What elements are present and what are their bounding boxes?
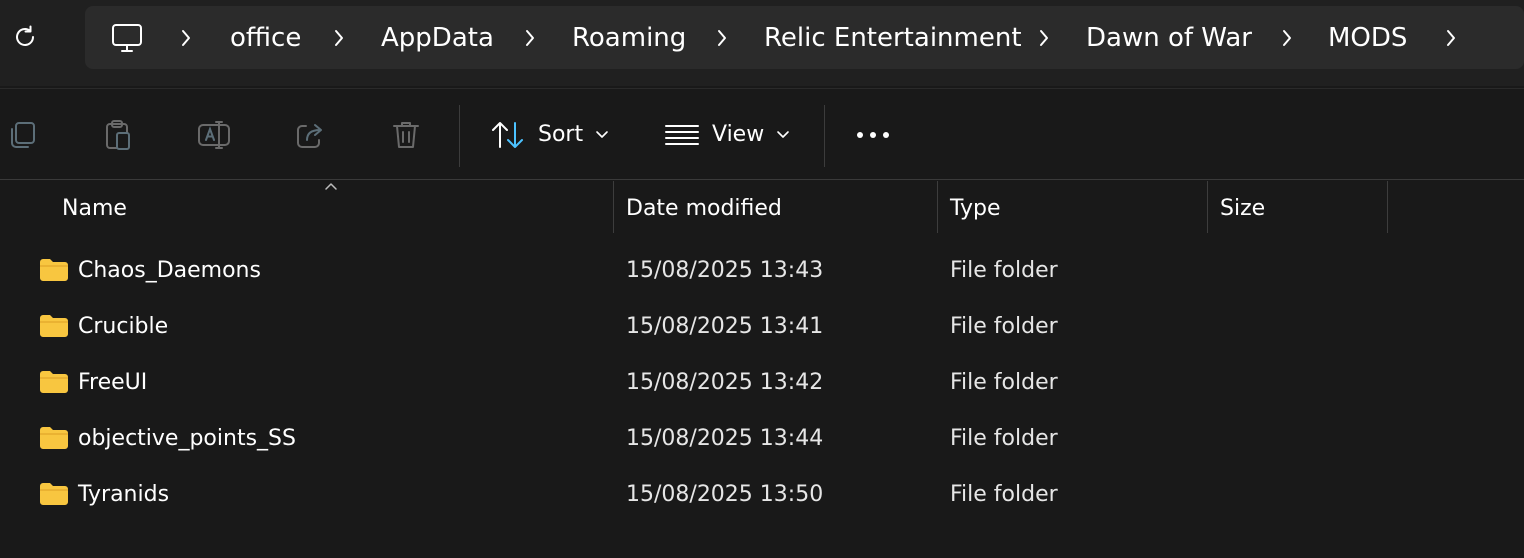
file-row[interactable]: FreeUI 15/08/2025 13:42 File folder	[0, 355, 1524, 411]
breadcrumb-item-office[interactable]: office	[230, 20, 301, 56]
share-icon	[297, 124, 322, 148]
column-resize-handle[interactable]	[1387, 181, 1388, 233]
monitor-icon	[112, 24, 142, 52]
column-resize-handle[interactable]	[1207, 181, 1208, 233]
file-type: File folder	[950, 426, 1058, 451]
paste-icon	[106, 120, 130, 150]
address-bar: office AppData Roaming Relic Entertainme…	[0, 0, 1524, 86]
sort-button[interactable]: Sort	[490, 115, 609, 155]
file-date-modified: 15/08/2025 13:41	[626, 314, 824, 339]
file-name: Crucible	[78, 314, 169, 339]
sort-arrows-icon	[492, 122, 523, 148]
sort-ascending-indicator-icon	[325, 183, 337, 190]
file-row[interactable]: Crucible 15/08/2025 13:41 File folder	[0, 299, 1524, 355]
this-pc-crumb[interactable]	[109, 20, 145, 56]
toolbar-separator	[459, 105, 460, 167]
paste-button[interactable]	[100, 117, 136, 153]
breadcrumb[interactable]: office AppData Roaming Relic Entertainme…	[85, 6, 1524, 69]
folder-icon	[40, 483, 68, 505]
file-list: Chaos_Daemons 15/08/2025 13:43 File fold…	[0, 243, 1524, 523]
breadcrumb-item-relic-entertainment[interactable]: Relic Entertainment	[764, 20, 1022, 56]
trash-icon	[393, 122, 419, 148]
column-resize-handle[interactable]	[613, 181, 614, 233]
refresh-icon	[16, 25, 34, 46]
file-date-modified: 15/08/2025 13:44	[626, 426, 824, 451]
column-headers: Name Date modified Type Size	[0, 181, 1524, 233]
file-row[interactable]: Chaos_Daemons 15/08/2025 13:43 File fold…	[0, 243, 1524, 299]
file-row[interactable]: Tyranids 15/08/2025 13:50 File folder	[0, 467, 1524, 523]
column-header-date-modified[interactable]: Date modified	[626, 181, 782, 233]
breadcrumb-item-dawn-of-war[interactable]: Dawn of War	[1086, 20, 1252, 56]
breadcrumb-item-appdata[interactable]: AppData	[381, 20, 494, 56]
file-type: File folder	[950, 370, 1058, 395]
view-lines-icon	[665, 125, 699, 145]
chevron-right-icon[interactable]	[1036, 27, 1052, 49]
file-date-modified: 15/08/2025 13:42	[626, 370, 824, 395]
folder-icon	[40, 315, 68, 337]
column-header-type[interactable]: Type	[950, 181, 1001, 233]
file-date-modified: 15/08/2025 13:43	[626, 258, 824, 283]
rename-button[interactable]	[196, 117, 232, 153]
column-resize-handle[interactable]	[937, 181, 938, 233]
file-type: File folder	[950, 314, 1058, 339]
breadcrumb-item-roaming[interactable]: Roaming	[572, 20, 686, 56]
view-button[interactable]: View	[664, 115, 790, 155]
chevron-right-icon[interactable]	[331, 27, 347, 49]
sort-label: Sort	[538, 122, 584, 147]
column-header-size[interactable]: Size	[1220, 181, 1265, 233]
command-bar: Sort View	[0, 88, 1524, 180]
chevron-right-icon[interactable]	[178, 27, 194, 49]
delete-button[interactable]	[388, 117, 424, 153]
chevron-right-icon[interactable]	[714, 27, 730, 49]
toolbar-separator	[824, 105, 825, 167]
view-label: View	[712, 122, 765, 147]
refresh-button[interactable]	[6, 16, 44, 58]
folder-icon	[40, 371, 68, 393]
more-dots-icon	[857, 132, 889, 138]
file-explorer-window: office AppData Roaming Relic Entertainme…	[0, 0, 1524, 558]
chevron-down-icon	[596, 131, 608, 138]
breadcrumb-item-mods[interactable]: MODS	[1328, 20, 1407, 56]
copy-icon	[11, 122, 35, 148]
rename-icon	[198, 121, 230, 149]
folder-icon	[40, 427, 68, 449]
copy-button[interactable]	[4, 117, 40, 153]
file-name: objective_points_SS	[78, 426, 296, 451]
file-type: File folder	[950, 258, 1058, 283]
file-type: File folder	[950, 482, 1058, 507]
chevron-right-icon[interactable]	[1443, 27, 1459, 49]
chevron-right-icon[interactable]	[522, 27, 538, 49]
more-options-button[interactable]	[855, 117, 891, 153]
folder-icon	[40, 259, 68, 281]
share-button[interactable]	[292, 117, 328, 153]
column-header-name[interactable]: Name	[62, 181, 127, 233]
chevron-right-icon[interactable]	[1279, 27, 1295, 49]
file-name: FreeUI	[78, 370, 148, 395]
file-date-modified: 15/08/2025 13:50	[626, 482, 824, 507]
file-name: Tyranids	[78, 482, 170, 507]
file-name: Chaos_Daemons	[78, 258, 261, 283]
chevron-down-icon	[777, 131, 790, 138]
file-row[interactable]: objective_points_SS 15/08/2025 13:44 Fil…	[0, 411, 1524, 467]
